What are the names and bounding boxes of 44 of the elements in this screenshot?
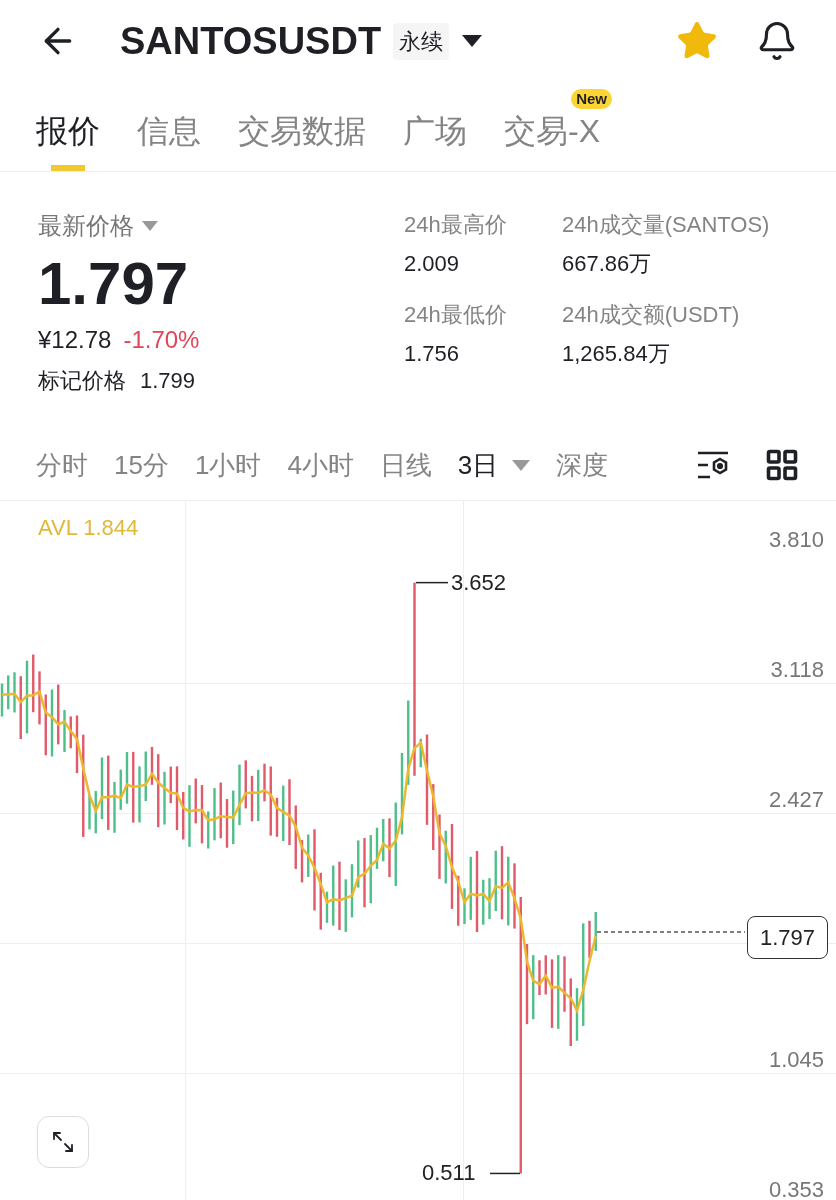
low-price-marker: 0.511 <box>422 1162 476 1185</box>
tab[interactable]: 广场 <box>403 115 467 171</box>
stat-value: 1,265.84万 <box>562 340 671 368</box>
tab[interactable]: 报价 <box>36 115 100 171</box>
stat-value: 1.756 <box>404 340 461 368</box>
stat-value: 667.86万 <box>562 250 653 278</box>
leader-line <box>415 581 449 584</box>
indicator-settings-icon[interactable] <box>696 450 730 480</box>
price-change: -1.70% <box>123 325 200 355</box>
price-axis-label: 3.118 <box>770 659 824 681</box>
stat-label: 24h成交量(SANTOS) <box>562 211 770 239</box>
tab[interactable]: 信息 <box>137 115 201 171</box>
new-badge: New <box>571 89 612 109</box>
fullscreen-button[interactable] <box>37 1116 89 1168</box>
stat-label: 24h最高价 <box>404 211 508 239</box>
stat-label: 24h成交额(USDT) <box>562 301 741 329</box>
interval-tab[interactable]: 1小时 <box>194 445 262 485</box>
layout-grid-icon[interactable] <box>764 447 800 483</box>
last-price: 1.797 <box>38 249 190 319</box>
price-axis-label: 2.427 <box>768 789 824 811</box>
price-cny: ¥12.78 <box>38 325 112 355</box>
stat-label: 24h最低价 <box>404 301 508 329</box>
price-label: 最新价格 <box>38 211 134 241</box>
price-axis-label: 3.810 <box>768 529 824 551</box>
tab[interactable]: 交易数据 <box>238 115 366 171</box>
last-price-tag: 1.797 <box>747 916 829 959</box>
price-axis-label: 1.045 <box>768 1049 824 1071</box>
symbol-title: SANTOSUSDT <box>120 18 382 64</box>
caret-icon[interactable] <box>461 34 484 48</box>
interval-tab[interactable]: 分时 <box>36 445 88 485</box>
mark-price-label: 标记价格 <box>38 367 126 395</box>
leader-line <box>489 1172 521 1175</box>
price-axis-label: 0.353 <box>768 1179 824 1200</box>
interval-tab[interactable]: 4小时 <box>287 445 354 485</box>
mark-price: 1.799 <box>140 367 196 395</box>
interval-tab[interactable]: 15分 <box>114 445 169 485</box>
avl-indicator: AVL 1.844 <box>38 514 139 542</box>
interval-tab[interactable]: 3日 <box>457 445 531 485</box>
interval-tab[interactable]: 深度 <box>556 445 609 485</box>
contract-badge: 永续 <box>393 22 450 60</box>
stat-value: 2.009 <box>404 250 461 278</box>
interval-tab[interactable]: 日线 <box>379 445 432 485</box>
high-price-marker: 3.652 <box>451 571 507 594</box>
expand-icon <box>51 1130 75 1154</box>
